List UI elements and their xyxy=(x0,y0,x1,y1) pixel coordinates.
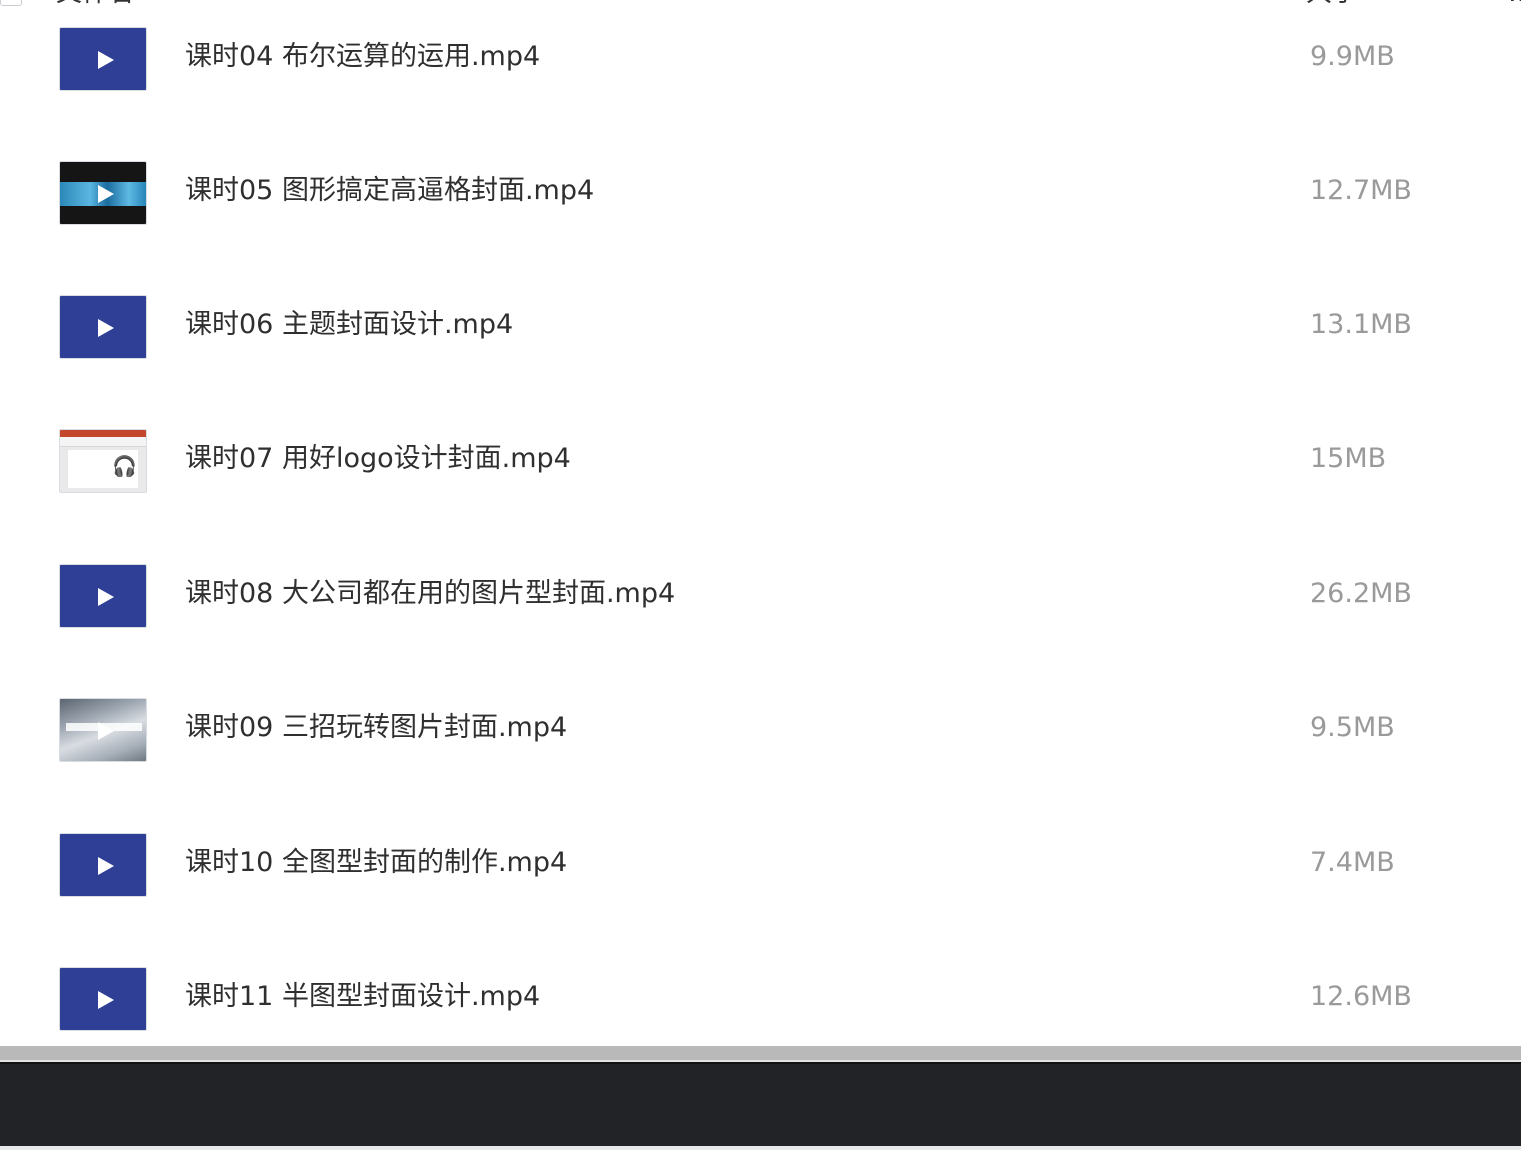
play-icon xyxy=(98,51,114,69)
file-row[interactable]: 课时06 主题封面设计.mp4 13.1MB xyxy=(0,295,1521,395)
bottom-panel xyxy=(0,1062,1521,1148)
thumbnail-frame xyxy=(60,430,146,437)
file-row[interactable]: 课时11 半图型封面设计.mp4 12.6MB xyxy=(0,967,1521,1046)
file-name[interactable]: 课时06 主题封面设计.mp4 xyxy=(185,307,513,343)
file-name[interactable]: 课时10 全图型封面的制作.mp4 xyxy=(185,845,567,881)
file-size: 26.2MB xyxy=(1310,578,1412,609)
file-name[interactable]: 课时11 半图型封面设计.mp4 xyxy=(185,979,540,1015)
play-icon xyxy=(98,991,114,1009)
file-list: 课时04 布尔运算的运用.mp4 9.9MB 课时05 图形搞定高逼格封面.mp… xyxy=(0,0,1521,1046)
file-name[interactable]: 课时05 图形搞定高逼格封面.mp4 xyxy=(185,173,594,209)
file-row[interactable]: 课时05 图形搞定高逼格封面.mp4 12.7MB xyxy=(0,161,1521,261)
video-thumbnail[interactable] xyxy=(59,967,147,1031)
window-bottom-edge xyxy=(0,1146,1521,1150)
file-row[interactable]: 课时09 三招玩转图片封面.mp4 9.5MB xyxy=(0,698,1521,798)
video-thumbnail[interactable]: 🎧 xyxy=(59,429,147,493)
file-row[interactable]: 课时08 大公司都在用的图片型封面.mp4 26.2MB xyxy=(0,564,1521,664)
video-thumbnail[interactable] xyxy=(59,27,147,91)
video-thumbnail[interactable] xyxy=(59,161,147,225)
horizontal-scrollbar[interactable] xyxy=(0,1046,1521,1062)
file-row[interactable]: 🎧 课时07 用好logo设计封面.mp4 15MB xyxy=(0,429,1521,529)
file-name[interactable]: 课时08 大公司都在用的图片型封面.mp4 xyxy=(185,576,675,612)
play-icon xyxy=(98,722,114,740)
file-name[interactable]: 课时07 用好logo设计封面.mp4 xyxy=(185,441,571,477)
video-thumbnail[interactable] xyxy=(59,833,147,897)
play-icon xyxy=(98,319,114,337)
play-icon xyxy=(98,857,114,875)
play-icon xyxy=(98,185,114,203)
file-size: 12.7MB xyxy=(1310,175,1412,206)
headphone-icon: 🎧 xyxy=(112,454,137,478)
thumbnail-frame xyxy=(60,437,146,447)
video-thumbnail[interactable] xyxy=(59,698,147,762)
file-size: 13.1MB xyxy=(1310,309,1412,340)
video-thumbnail[interactable] xyxy=(59,564,147,628)
play-icon xyxy=(98,588,114,606)
file-size: 9.9MB xyxy=(1310,41,1395,72)
video-thumbnail[interactable] xyxy=(59,295,147,359)
file-size: 12.6MB xyxy=(1310,981,1412,1012)
file-size: 7.4MB xyxy=(1310,847,1395,878)
play-icon xyxy=(98,453,114,471)
file-size: 9.5MB xyxy=(1310,712,1395,743)
file-row[interactable]: 课时10 全图型封面的制作.mp4 7.4MB xyxy=(0,833,1521,933)
file-name[interactable]: 课时04 布尔运算的运用.mp4 xyxy=(185,39,540,75)
file-size: 15MB xyxy=(1310,443,1387,474)
file-row[interactable]: 课时04 布尔运算的运用.mp4 9.9MB xyxy=(0,27,1521,127)
file-name[interactable]: 课时09 三招玩转图片封面.mp4 xyxy=(185,710,567,746)
